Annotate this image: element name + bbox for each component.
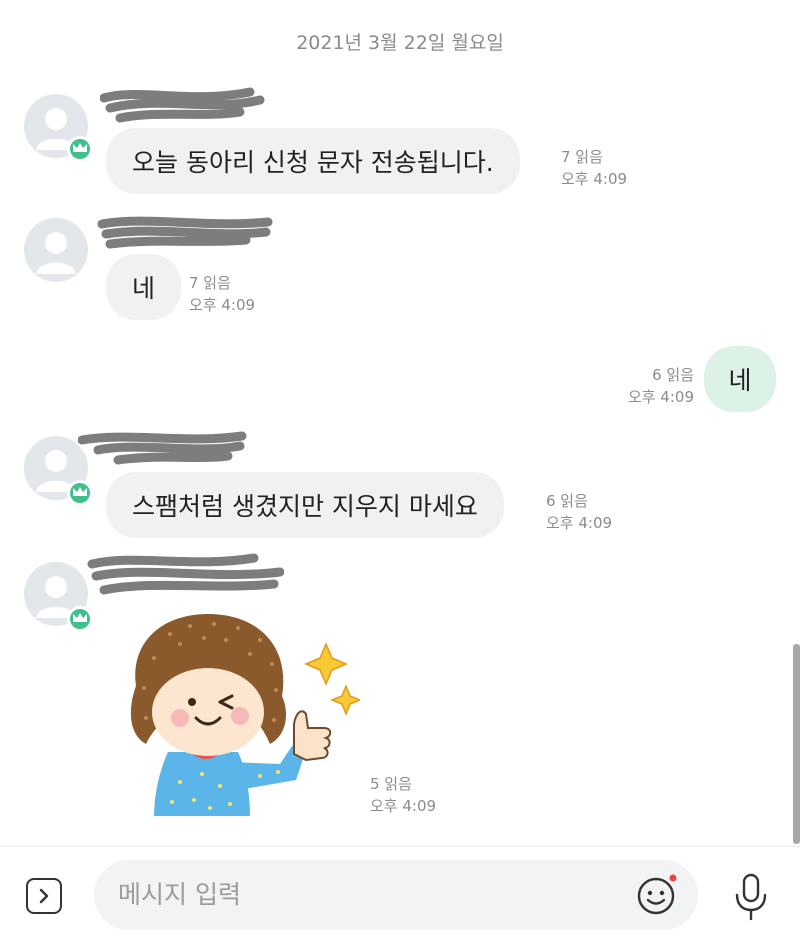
- redacted-name: [100, 87, 265, 123]
- message-time: 오후 4:09: [627, 388, 694, 406]
- my-message-bubble[interactable]: 네: [704, 346, 776, 412]
- crown-badge: [67, 480, 93, 506]
- crown-icon: [73, 143, 87, 152]
- crown-icon: [73, 613, 87, 622]
- read-count: 6 읽음: [652, 366, 694, 384]
- date-header: 2021년 3월 22일 월요일: [296, 32, 504, 54]
- redacted-name: [87, 553, 284, 595]
- crown-icon: [73, 487, 87, 496]
- scrollbar[interactable]: [793, 644, 800, 844]
- message-text: 네: [132, 274, 156, 303]
- crown-badge: [67, 136, 93, 162]
- expand-button[interactable]: [26, 878, 62, 914]
- message-bubble[interactable]: 스팸처럼 생겼지만 지우지 마세요: [106, 472, 504, 538]
- message-text: 스팸처럼 생겼지만 지우지 마세요: [132, 492, 478, 521]
- smiley-icon[interactable]: [636, 874, 678, 916]
- read-count: 5 읽음: [370, 775, 412, 793]
- message-meta: 7 읽음 오후 4:09: [561, 146, 627, 190]
- redacted-name: [78, 431, 247, 465]
- read-count: 6 읽음: [546, 492, 588, 510]
- sticker-girl-thumbs-up[interactable]: [110, 604, 360, 824]
- message-meta: 6 읽음 오후 4:09: [610, 364, 694, 408]
- message-input[interactable]: 메시지 입력: [94, 860, 698, 930]
- message-bubble[interactable]: 오늘 동아리 신청 문자 전송됩니다.: [106, 128, 520, 194]
- microphone-icon[interactable]: [734, 873, 768, 921]
- message-text: 오늘 동아리 신청 문자 전송됩니다.: [132, 148, 494, 177]
- message-meta: 7 읽음 오후 4:09: [189, 272, 255, 316]
- read-count: 7 읽음: [561, 148, 603, 166]
- message-bubble[interactable]: 네: [106, 254, 182, 320]
- message-meta: 6 읽음 오후 4:09: [546, 490, 612, 534]
- message-meta: 5 읽음 오후 4:09: [370, 773, 436, 817]
- read-count: 7 읽음: [189, 274, 231, 292]
- message-time: 오후 4:09: [561, 170, 628, 188]
- chevron-right-icon: [39, 888, 49, 904]
- message-time: 오후 4:09: [189, 296, 256, 314]
- avatar[interactable]: [24, 218, 88, 282]
- message-time: 오후 4:09: [370, 797, 437, 815]
- crown-badge: [67, 606, 93, 632]
- notify-dot: [669, 874, 677, 882]
- message-text: 네: [728, 366, 752, 395]
- message-time: 오후 4:09: [546, 514, 613, 532]
- message-input-placeholder: 메시지 입력: [118, 880, 241, 909]
- redacted-name: [97, 216, 273, 249]
- person-icon: [36, 232, 76, 274]
